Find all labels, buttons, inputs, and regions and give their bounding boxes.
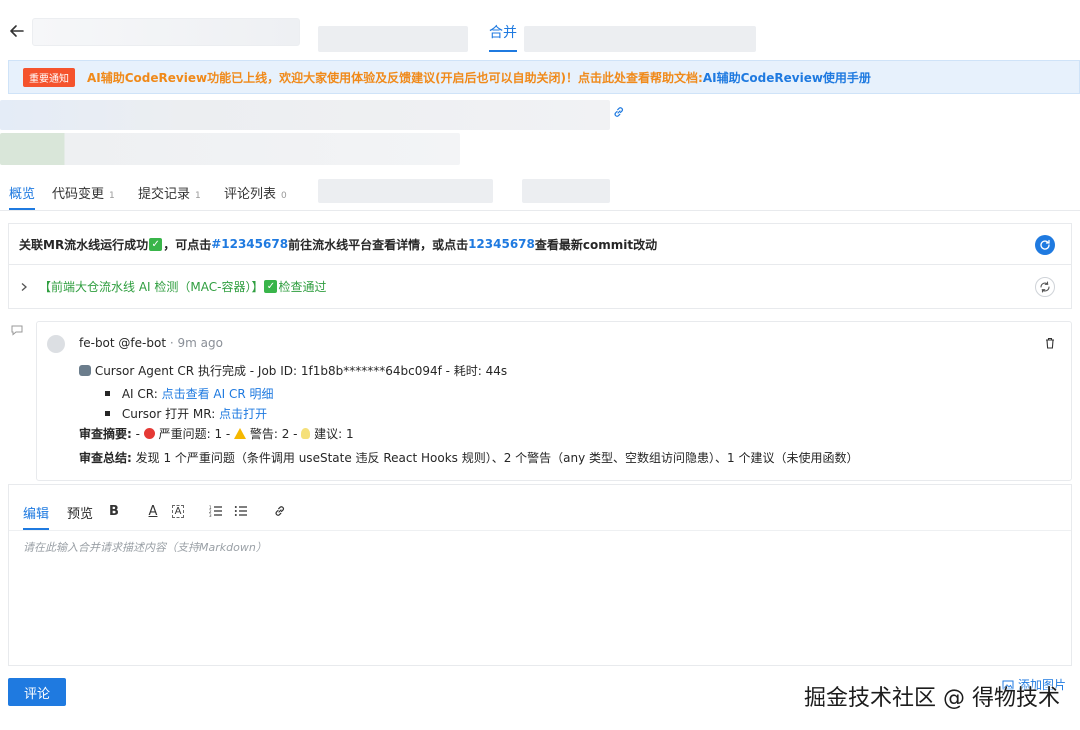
summary-text: 建议: 1 — [310, 427, 354, 441]
trash-icon — [1046, 337, 1054, 349]
headline-text: Cursor Agent CR 执行完成 - Job ID: 1f1b8b***… — [91, 364, 508, 378]
notice-banner: 重要通知 AI辅助CodeReview功能已上线，欢迎大家使用体验及反馈建议(开… — [8, 60, 1080, 94]
comment-textarea[interactable] — [9, 531, 1071, 665]
svg-text:3: 3 — [209, 513, 212, 518]
refresh-icon — [1040, 239, 1050, 250]
tab-label: 代码变更 — [52, 187, 105, 202]
tab-commits[interactable]: 提交记录 1 — [138, 183, 201, 202]
chevron-right-icon — [21, 282, 27, 291]
tab-count: 0 — [281, 191, 287, 201]
help-doc-link[interactable]: AI辅助CodeReview使用手册 — [703, 69, 871, 86]
delete-button[interactable] — [1043, 336, 1057, 350]
rerun-button[interactable] — [1035, 277, 1055, 297]
tab-edit[interactable]: 编辑 — [23, 503, 49, 522]
link-icon — [275, 506, 284, 516]
conclusion-label: 审查总结: — [79, 451, 132, 465]
mr-tabs: 概览 代码变更 1 提交记录 1 评论列表 0 — [0, 175, 1080, 211]
comment-time: · 9m ago — [166, 336, 223, 350]
summary-text: 严重问题: 1 - — [154, 427, 235, 441]
tab-label: 评论列表 — [224, 187, 277, 202]
pipeline-status: 关联MR流水线运行成功 ✓ ，可点击 #12345678 前往流水线平台查看详情… — [8, 223, 1072, 265]
watermark: 掘金技术社区 @ 得物技术 — [804, 686, 1060, 711]
bot-comment: fe-bot @fe-bot · 9m ago Cursor Agent CR … — [36, 321, 1072, 481]
redacted-block — [0, 100, 610, 130]
redacted-block — [0, 133, 460, 165]
pipeline-text: 关联MR流水线运行成功 — [19, 237, 149, 252]
tab-label: 提交记录 — [138, 187, 191, 202]
mr-title-redacted — [32, 18, 300, 46]
merge-tab-indicator — [489, 50, 517, 52]
bullet-list-button[interactable] — [232, 502, 250, 520]
ordered-list-icon: 123 — [209, 505, 222, 518]
pipeline-link[interactable]: #12345678 — [211, 237, 288, 251]
top-bar: 合并 — [0, 0, 1080, 58]
bullet-list-icon — [234, 506, 247, 516]
pipeline-text: ，可点击 — [163, 237, 212, 252]
bullet-label: Cursor 打开 MR: — [121, 407, 220, 421]
review-conclusion: 审查总结: 发现 1 个严重问题（条件调用 useState 违反 React … — [79, 449, 859, 466]
background-color-icon: A — [171, 504, 185, 518]
tab-label: 概览 — [9, 187, 36, 202]
comment-icon — [11, 325, 23, 336]
summary-label: 审查摘要: — [79, 427, 132, 441]
sync-icon — [1040, 281, 1050, 293]
bold-icon: B — [109, 503, 119, 519]
ai-check-label: 【前端大仓流水线 AI 检测（MAC-容器）】 — [39, 280, 264, 294]
list-item: AI CR: 点击查看 AI CR 明细 — [105, 385, 274, 402]
avatar — [47, 335, 65, 353]
redacted-tab — [522, 179, 610, 203]
tab-comments[interactable]: 评论列表 0 — [224, 183, 287, 202]
arrow-left-icon — [10, 25, 24, 37]
lightbulb-icon — [301, 428, 311, 439]
font-color-button[interactable]: A — [144, 502, 162, 520]
submit-comment-button[interactable]: 评论 — [8, 678, 66, 706]
list-item: Cursor 打开 MR: 点击打开 — [105, 405, 267, 422]
refresh-button[interactable] — [1035, 235, 1055, 255]
redacted-block — [524, 26, 756, 52]
tab-count: 1 — [195, 191, 201, 201]
font-color-icon: A — [148, 503, 158, 519]
warning-icon — [234, 428, 247, 439]
ai-check-row[interactable]: 【前端大仓流水线 AI 检测（MAC-容器）】 ✓ 检查通过 — [8, 265, 1072, 309]
open-mr-link[interactable]: 点击打开 — [219, 407, 267, 421]
bold-button[interactable]: B — [105, 502, 123, 520]
back-button[interactable] — [6, 20, 28, 42]
tab-count: 1 — [109, 191, 115, 201]
redacted-block — [318, 26, 468, 52]
insert-link-button[interactable] — [271, 502, 289, 520]
review-summary: 审查摘要: - 严重问题: 1 - 警告: 2 - 建议: 1 — [79, 425, 354, 442]
tab-preview[interactable]: 预览 — [67, 503, 93, 522]
summary-text: 警告: 2 - — [246, 427, 302, 441]
tab-code-changes[interactable]: 代码变更 1 — [52, 183, 115, 202]
comment-editor: 编辑 预览 B A A 123 — [8, 484, 1072, 666]
pipeline-text: 查看最新commit改动 — [534, 237, 658, 252]
bullet-label: AI CR: — [121, 387, 162, 401]
redacted-tab — [318, 179, 493, 203]
summary-text: - — [131, 427, 144, 441]
notice-badge: 重要通知 — [23, 67, 75, 87]
author-name: fe-bot @fe-bot — [79, 336, 167, 350]
ai-cr-detail-link[interactable]: 点击查看 AI CR 明细 — [162, 387, 274, 401]
robot-icon — [79, 365, 91, 376]
active-tab-indicator — [9, 208, 35, 210]
tab-merge[interactable]: 合并 — [489, 22, 517, 42]
tab-overview[interactable]: 概览 — [9, 183, 35, 202]
ordered-list-button[interactable]: 123 — [207, 502, 225, 520]
check-mark-icon: ✓ — [264, 280, 278, 293]
red-circle-icon — [143, 428, 155, 439]
conclusion-text: 发现 1 个严重问题（条件调用 useState 违反 React Hooks … — [131, 451, 859, 465]
notice-text: AI辅助CodeReview功能已上线，欢迎大家使用体验及反馈建议(开启后也可以… — [87, 70, 703, 85]
comment-headline: Cursor Agent CR 执行完成 - Job ID: 1f1b8b***… — [79, 362, 507, 379]
commit-link[interactable]: 12345678 — [468, 237, 535, 251]
background-color-button[interactable]: A — [169, 502, 187, 520]
link-icon[interactable] — [612, 105, 626, 119]
check-mark-icon: ✓ — [149, 237, 163, 251]
ai-check-result: 检查通过 — [278, 280, 327, 294]
expand-toggle[interactable] — [9, 282, 39, 292]
pipeline-text: 前往流水线平台查看详情，或点击 — [288, 237, 469, 252]
comment-author: fe-bot @fe-bot · 9m ago — [79, 336, 223, 350]
